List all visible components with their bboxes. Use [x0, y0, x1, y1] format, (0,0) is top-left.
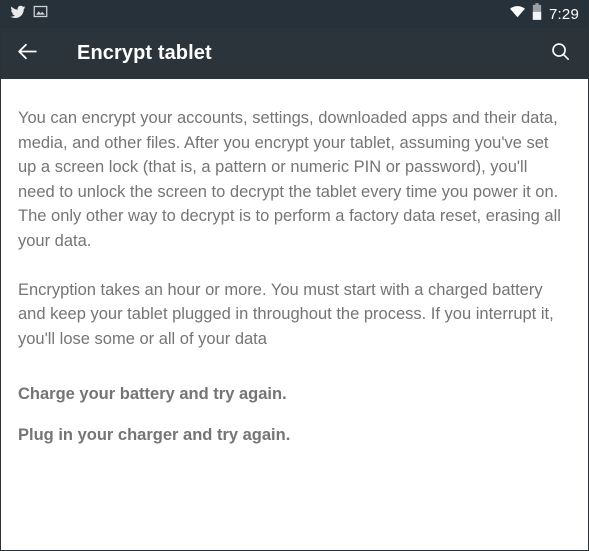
search-icon: [549, 40, 572, 68]
action-bar: Encrypt tablet: [1, 28, 588, 79]
battery-icon: [532, 3, 542, 25]
encrypt-tablet-screen: 7:29 Encrypt tablet You can encrypt your…: [0, 0, 589, 551]
status-bar: 7:29: [1, 0, 588, 28]
page-title: Encrypt tablet: [77, 42, 212, 64]
search-button[interactable]: [533, 28, 587, 79]
content-area: You can encrypt your accounts, settings,…: [1, 79, 588, 550]
charge-battery-notice: Charge your battery and try again.: [18, 385, 287, 404]
status-bar-clock: 7:29: [549, 5, 579, 23]
wifi-icon: [509, 5, 526, 23]
arrow-back-icon: [15, 39, 40, 69]
screenshot-icon: [33, 4, 48, 24]
status-bar-left-icons: [10, 4, 48, 25]
twitter-icon: [10, 4, 26, 25]
encryption-duration-paragraph: Encryption takes an hour or more. You mu…: [18, 280, 554, 348]
status-bar-right-icons: 7:29: [509, 3, 579, 25]
encryption-description-paragraph: You can encrypt your accounts, settings,…: [18, 109, 561, 250]
back-button[interactable]: [1, 28, 54, 79]
plug-in-charger-notice: Plug in your charger and try again.: [18, 426, 291, 445]
